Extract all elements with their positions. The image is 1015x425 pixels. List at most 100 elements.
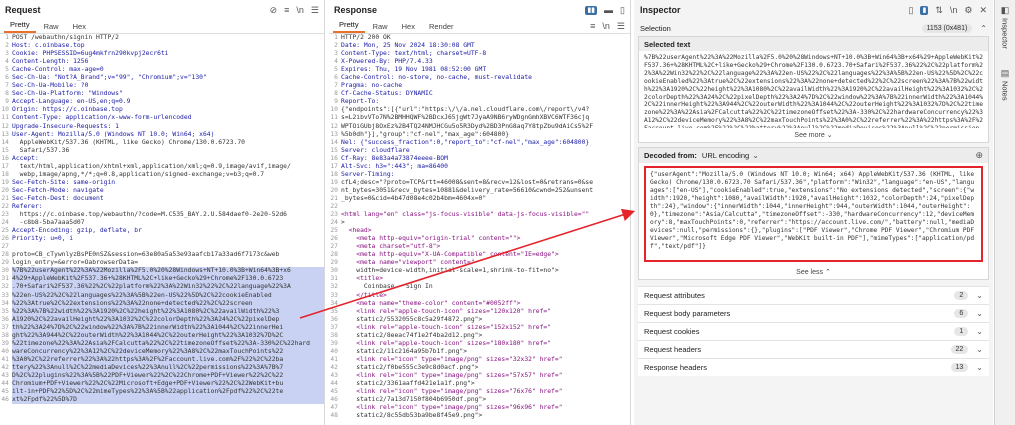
response-line[interactable]: 48 static2/8c55db53ba9be8f45e9.png"> — [329, 412, 630, 420]
request-line[interactable]: 46 xt%2Fpdf%22%5D%7D — [0, 396, 324, 405]
request-line[interactable]: 25 Accept-Encoding: gzip, deflate, br — [0, 227, 324, 235]
request-line[interactable]: 12 Upgrade-Insecure-Requests: 1 — [0, 123, 324, 131]
request-line[interactable]: 20 Sec-Fetch-Mode: navigate — [0, 187, 324, 195]
response-tab-raw[interactable]: Raw — [367, 21, 394, 33]
response-line[interactable]: 33 </title> — [329, 292, 630, 300]
inspector-section[interactable]: Response headers 13 ⌄ — [638, 358, 989, 376]
request-line[interactable]: 19 Sec-Fetch-Site: same-origin — [0, 179, 324, 187]
request-line[interactable]: 45 ilt-in+PDF%22%5D%2C%22mimeTypes%22%3A%… — [0, 388, 324, 397]
request-line[interactable]: 33 %22en-US%22%2C%22languages%22%3A%5B%22… — [0, 291, 324, 300]
menu-icon[interactable]: ☰ — [617, 22, 625, 31]
request-line[interactable]: 10 Origin: https://c.oinbase.top — [0, 106, 324, 114]
see-less-link[interactable]: See less ⌃ — [639, 265, 988, 279]
request-line[interactable]: 9 Accept-Language: en-US,en;q=0.9 — [0, 98, 324, 106]
response-line[interactable]: 15 Server: cloudflare — [329, 147, 630, 155]
newline-icon[interactable]: \n — [296, 5, 304, 15]
response-line[interactable]: 32 Coinbase - Sign In — [329, 283, 630, 291]
response-line[interactable]: 10 {"endpoints":[{"url":"https:\/\/a.nel.… — [329, 106, 630, 114]
eye-off-icon[interactable]: ⊘ — [270, 5, 278, 15]
see-more-link[interactable]: See more ⌄ — [639, 128, 988, 142]
request-line[interactable]: 40 wareConcurrency%22%3A12%2C%22deviceMem… — [0, 347, 324, 356]
layout-split-icon[interactable]: ▯ — [909, 5, 914, 15]
response-line[interactable]: 26 <meta http-equiv="origin-trial" conte… — [329, 235, 630, 243]
chevron-up-icon[interactable]: ⌃ — [980, 24, 987, 33]
request-line[interactable]: 36 A1920%2C%22availHeight%22%3A1032%2C%22… — [0, 315, 324, 324]
request-line[interactable]: 1 POST /webauthn/signin HTTP/2 — [0, 34, 324, 42]
request-tab-hex[interactable]: Hex — [67, 21, 92, 33]
response-line[interactable]: 11 s=L2ibvVTo7N%2BMHHQWF%2BDcxJ65jgWt7Jya… — [329, 114, 630, 122]
request-line[interactable]: 27 — [0, 243, 324, 251]
chevron-down-icon[interactable]: ⌄ — [752, 151, 759, 160]
chevron-down-icon[interactable]: ⌄ — [976, 327, 983, 336]
request-tab-pretty[interactable]: Pretty — [4, 19, 36, 33]
response-tab-render[interactable]: Render — [423, 21, 460, 33]
response-line[interactable]: 46 static2/7a13d7150f804b6950df.png"> — [329, 396, 630, 404]
side-tab-inspector[interactable]: ◧ Inspector — [1001, 6, 1010, 49]
response-line[interactable]: 9 Report-To: — [329, 98, 630, 106]
response-line[interactable]: 47 <link rel="icon" type="image/png" siz… — [329, 404, 630, 412]
response-line[interactable]: 22 — [329, 203, 630, 211]
decoded-text-value[interactable]: {"userAgent":"Mozilla/5.0 (Windows NT 10… — [644, 166, 983, 262]
request-line[interactable]: 44 Chromium+PDF+Viewer%22%2C%22Microsoft+… — [0, 380, 324, 389]
response-line[interactable]: 36 static2/5532055c8c5a29f4872.png"> — [329, 316, 630, 324]
response-line[interactable]: 42 static2/f0be555c3e9c8d0acf.png"> — [329, 364, 630, 372]
request-line[interactable]: 30 %7B%22userAgent%22%3A%22Mozilla%2F5.0%… — [0, 267, 324, 276]
request-line[interactable]: 29 login_entry=&error=OabrowserData= — [0, 259, 324, 267]
inspector-section[interactable]: Request attributes 2 ⌄ — [638, 286, 989, 304]
newline-icon[interactable]: \n — [950, 5, 958, 15]
side-tab-notes[interactable]: ▤ Notes — [1001, 68, 1010, 100]
inspector-section[interactable]: Request headers 22 ⌄ — [638, 340, 989, 358]
selected-text-value[interactable]: %7B%22userAgent%22%3A%22Mozilla%2F5.0%20… — [639, 51, 988, 128]
response-line[interactable]: 31 <title> — [329, 275, 630, 283]
response-line[interactable]: 13 %5b0dh"}],"group":"cf-nel","max_age":6… — [329, 131, 630, 139]
response-tab-pretty[interactable]: Pretty — [333, 19, 365, 33]
request-line[interactable]: 28 proto=CB_cTywnlyzBsPE0nSZ&session=63e8… — [0, 251, 324, 259]
request-line[interactable]: 11 Content-Type: application/x-www-form-u… — [0, 114, 324, 122]
request-line[interactable]: 39 %22timezone%22%3A%22Asia%2FCalcutta%22… — [0, 339, 324, 348]
request-line[interactable]: 35 %22%3A%7B%22width%22%3A1920%2C%22heigh… — [0, 307, 324, 316]
request-line[interactable]: 26 Priority: u=0, i — [0, 235, 324, 243]
add-icon[interactable]: ⊕ — [975, 151, 983, 160]
sort-icon[interactable]: ⇅ — [935, 5, 943, 15]
response-line[interactable]: 17 Alt-Svc: h3=":443"; ma=86400 — [329, 163, 630, 171]
request-line[interactable]: 34 %22%3Atrue%2C%22extensions%22%3A%22non… — [0, 299, 324, 308]
response-line[interactable]: 3 Content-Type: text/html; charset=UTF-8 — [329, 50, 630, 58]
request-line[interactable]: 22 Referer: — [0, 203, 324, 211]
request-editor[interactable]: 1 POST /webauthn/signin HTTP/2 2 Host: c.oi… — [0, 34, 324, 405]
response-line[interactable]: 14 Nel: {"success_fraction":0,"report_to"… — [329, 139, 630, 147]
response-line[interactable]: 37 <link rel="apple-touch-icon" sizes="1… — [329, 324, 630, 332]
request-line[interactable]: 15 Safari/537.36 — [0, 147, 324, 155]
menu-icon[interactable]: ☰ — [311, 5, 319, 15]
response-line[interactable]: 38 static2/8eeac74f1e2f4ba2d12.png"> — [329, 332, 630, 340]
close-icon[interactable]: ✕ — [979, 5, 987, 15]
request-line[interactable]: 7 Sec-Ch-Ua-Mobile: ?0 — [0, 82, 324, 90]
encoding-select[interactable]: URL encoding — [702, 151, 749, 160]
response-line[interactable]: 41 <link rel="icon" type="image/png" siz… — [329, 356, 630, 364]
request-line[interactable]: 38 ght%22%3A944%2C%22outerWidth%22%3A1044… — [0, 331, 324, 340]
response-line[interactable]: 1 HTTP/2 200 OK — [329, 34, 630, 42]
request-line[interactable]: 41 %3A0%2C%22referrer%22%3A%22https%3A%2F… — [0, 355, 324, 364]
response-line[interactable]: 24 > — [329, 219, 630, 227]
response-line[interactable]: 18 Server-Timing: — [329, 171, 630, 179]
chevron-down-icon[interactable]: ⌄ — [976, 363, 983, 372]
request-line[interactable]: 42 ttery%22%3Anull%2C%22mediaDevices%22%3… — [0, 363, 324, 372]
chevron-down-icon[interactable]: ⌄ — [976, 291, 983, 300]
response-line[interactable]: 43 <link rel="icon" type="image/png" siz… — [329, 372, 630, 380]
request-line[interactable]: 8 Sec-Ch-Ua-Platform: "Windows" — [0, 90, 324, 98]
response-line[interactable]: 44 static2/3361aaffd421e1a1f.png"> — [329, 380, 630, 388]
request-line[interactable]: 32.70+Safari%2F537.36%22%2C%22platform%2… — [0, 283, 324, 292]
request-line[interactable]: 31 4%29+AppleWebKit%2F537.36+%28KHTML%2C+… — [0, 275, 324, 284]
response-line[interactable]: 29 <meta name="viewport" content=" — [329, 259, 630, 267]
response-line[interactable]: 6 Cache-Control: no-store, no-cache, must… — [329, 74, 630, 82]
chevron-down-icon[interactable]: ⌄ — [976, 309, 983, 318]
gear-icon[interactable]: ⚙ — [964, 5, 972, 15]
response-editor[interactable]: 1 HTTP/2 200 OK 2 Date: Mon, 25 Nov 2024 18… — [329, 34, 630, 420]
response-line[interactable]: 28 <meta http-equiv="X-UA-Compatible" co… — [329, 251, 630, 259]
response-line[interactable]: 2 Date: Mon, 25 Nov 2024 18:30:08 GMT — [329, 42, 630, 50]
request-line[interactable]: 18 webp,image/apng,*/*;q=0.8,application… — [0, 171, 324, 179]
response-line[interactable]: 45 <link rel="icon" type="image/png" siz… — [329, 388, 630, 396]
response-line[interactable]: 27 <meta charset="utf-8"> — [329, 243, 630, 251]
layout-single-icon[interactable]: ▯ — [620, 5, 625, 15]
request-tab-raw[interactable]: Raw — [38, 21, 65, 33]
inspector-section[interactable]: Request cookies 1 ⌄ — [638, 322, 989, 340]
